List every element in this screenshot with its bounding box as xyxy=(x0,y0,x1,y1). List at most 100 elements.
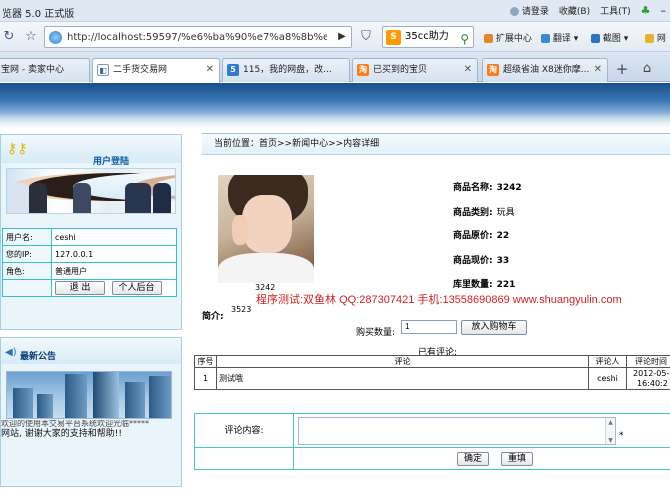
textarea-scrollbar[interactable]: ▲ ▼ xyxy=(605,418,615,444)
address-bar[interactable]: http://localhost:59597/%e6%ba%90%e7%a8%8… xyxy=(44,26,352,48)
current-price-label: 商品现价: xyxy=(453,256,493,266)
tab-x8-moto[interactable]: 淘 超级省油 X8迷你摩... ✕ xyxy=(482,58,608,82)
search-icon[interactable]: ⚲ xyxy=(460,29,469,49)
home-icon[interactable]: ⌂ xyxy=(638,60,656,78)
notice-cut-line: 欢迎的使用本交易平台系统欢迎光临***** xyxy=(1,420,149,428)
login-link-label: 请登录 xyxy=(521,7,549,17)
favorites-menu[interactable]: 收藏(B) xyxy=(559,4,590,17)
notice-text-line: 网站, 谢谢大家的支持和帮助!! xyxy=(1,429,122,439)
col-index-header: 序号 xyxy=(194,355,217,368)
add-to-cart-button[interactable]: 放入购物车 xyxy=(461,320,527,335)
network-link[interactable]: 网 xyxy=(645,31,666,44)
globe-icon xyxy=(49,31,62,44)
product-original-price-row: 商品原价: 22 xyxy=(453,228,509,241)
tower-shape xyxy=(13,388,33,418)
person-figure xyxy=(73,173,175,213)
current-price-value: 33 xyxy=(496,256,510,266)
minimize-button[interactable]: – xyxy=(661,4,667,17)
login-row-role: 角色: 普通用户 xyxy=(2,262,177,280)
tower-shape xyxy=(37,394,53,418)
login-panel-header: ⚷⚷ 用户登陆 xyxy=(1,135,181,167)
login-link[interactable]: 请登录 xyxy=(510,4,549,17)
extension-center-label: 扩展中心 xyxy=(495,34,532,44)
search-text[interactable]: 35cc助力 xyxy=(405,31,449,42)
username-value: ceshi xyxy=(51,228,177,246)
personal-backend-button[interactable]: 个人后台 xyxy=(111,281,162,295)
comments-table: 序号 评论 评论人 评论时间 1 测试哦 ceshi 2012-05- 16:4… xyxy=(194,355,670,390)
product-category-label: 商品类别: xyxy=(453,208,493,218)
tab-label: 宝网 - 卖家中心 xyxy=(1,65,64,75)
taobao-icon: 淘 xyxy=(357,64,369,76)
banner-wave xyxy=(0,112,670,128)
comment-textarea[interactable]: ▲ ▼ xyxy=(298,417,616,445)
product-name-row: 商品名称: 3242 xyxy=(453,180,522,193)
tab-seller-center[interactable]: 宝网 - 卖家中心 xyxy=(0,58,90,82)
tools-menu[interactable]: 工具(T) xyxy=(600,4,631,17)
developer-watermark: 程序测试:双鱼林 QQ:287307421 手机:13558690869 www… xyxy=(256,294,622,306)
empty-cell xyxy=(2,279,52,297)
go-arrow-icon[interactable]: ▶ xyxy=(335,29,349,45)
city-towers-image xyxy=(6,371,172,419)
comment-time-cell: 2012-05- 16:40:2 xyxy=(626,367,670,390)
photo-shirt xyxy=(218,253,314,283)
logout-button[interactable]: 退 出 xyxy=(55,281,105,295)
star-icon[interactable]: ☆ xyxy=(22,28,40,46)
person-figure xyxy=(11,173,175,213)
extension-center-link[interactable]: 扩展中心 xyxy=(484,31,532,44)
new-tab-button[interactable]: + xyxy=(613,60,631,78)
product-image xyxy=(218,175,314,283)
product-intro-label: 简介: xyxy=(202,312,224,322)
speaker-icon: ◀) xyxy=(5,347,17,358)
product-intro-text: 3523 xyxy=(231,305,252,314)
search-box[interactable]: S 35cc助力 ⚲ xyxy=(382,26,474,48)
browser-toolbar: ↻ ☆ http://localhost:59597/%e6%ba%90%e7%… xyxy=(0,22,670,52)
reset-comment-button[interactable]: 重填 xyxy=(501,452,533,466)
tower-shape xyxy=(65,374,87,418)
role-key: 角色: xyxy=(2,262,52,280)
netdisk-icon: 5 xyxy=(227,64,239,76)
table-row: 1 测试哦 ceshi 2012-05- 16:40:2 xyxy=(194,367,670,390)
col-comment-header: 评论 xyxy=(216,355,589,368)
login-panel: ⚷⚷ 用户登陆 用户名: ceshi 您的IP: 127.0.0.1 角色: 普… xyxy=(0,134,182,330)
col-time-header: 评论时间 xyxy=(626,355,670,368)
tab-115-netdisk[interactable]: 5 115，我的网盘，改... xyxy=(222,58,350,82)
translate-link[interactable]: 翻译 ▾ xyxy=(541,31,578,44)
comment-author: ceshi xyxy=(588,367,627,390)
username-key: 用户名: xyxy=(2,228,52,246)
refresh-icon[interactable]: ↻ xyxy=(0,28,18,46)
titlebar-menu: 请登录 收藏(B) 工具(T) ♣ – xyxy=(510,4,666,17)
quantity-input[interactable]: 1 xyxy=(401,320,457,334)
comment-buttons-row: 确定 重填 xyxy=(195,448,670,470)
login-row-username: 用户名: ceshi xyxy=(2,228,177,246)
quantity-label: 购买数量: xyxy=(356,328,396,338)
shield-icon[interactable]: ⛉ xyxy=(357,28,375,46)
submit-comment-button[interactable]: 确定 xyxy=(457,452,489,466)
comment-date: 2012-05- xyxy=(633,368,670,378)
product-name-value: 3242 xyxy=(496,183,522,193)
tab-purchased-items[interactable]: 淘 已买到的宝贝 ✕ xyxy=(352,58,478,82)
network-icon xyxy=(645,34,654,43)
tower-shape xyxy=(149,376,171,418)
comment-content: 测试哦 xyxy=(216,367,589,390)
close-icon[interactable]: ✕ xyxy=(594,59,602,81)
close-icon[interactable]: ✕ xyxy=(206,59,214,81)
ip-value: 127.0.0.1 xyxy=(51,245,177,263)
notice-panel-header: ◀) 最新公告 xyxy=(1,338,181,364)
product-name-label: 商品名称: xyxy=(453,183,493,193)
login-row-actions: 退 出 个人后台 xyxy=(2,279,177,297)
scissors-icon xyxy=(591,34,600,43)
taobao-icon: 淘 xyxy=(487,64,499,76)
tab-secondhand-market[interactable]: ◧ 二手货交易网 ✕ xyxy=(92,58,220,83)
login-panel-title: 用户登陆 xyxy=(93,157,130,167)
search-engine-logo-icon: S xyxy=(386,30,401,45)
skin-icon[interactable]: ♣ xyxy=(641,4,651,17)
screenshot-label: 截图 xyxy=(602,34,621,44)
browser-title: 览器 5.0 正式版 xyxy=(2,9,75,20)
product-category-row: 商品类别: 玩具 xyxy=(453,205,515,218)
address-url[interactable]: http://localhost:59597/%e6%ba%90%e7%a8%8… xyxy=(67,32,327,43)
photo-hand xyxy=(232,215,248,245)
notice-panel-title: 最新公告 xyxy=(20,352,57,362)
browser-titlebar: 览器 5.0 正式版 请登录 收藏(B) 工具(T) ♣ – xyxy=(0,0,670,22)
screenshot-link[interactable]: 截图 ▾ xyxy=(591,31,628,44)
close-icon[interactable]: ✕ xyxy=(464,59,472,81)
